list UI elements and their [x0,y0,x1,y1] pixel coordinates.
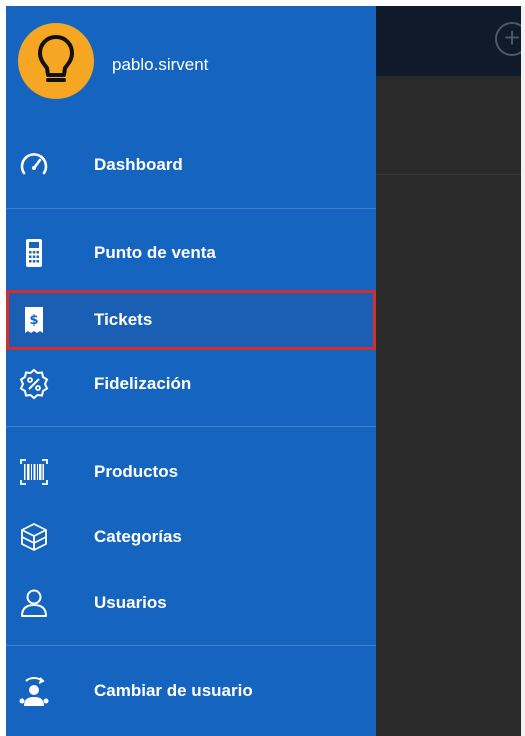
discount-badge-icon [19,368,49,400]
boxes-icon [21,523,47,551]
app-divider [376,174,525,175]
menu-label-categorias: Categorías [94,527,182,546]
menu-item-dashboard[interactable]: Dashboard [6,135,376,195]
menu-divider [6,426,376,427]
menu-label-usuarios: Usuarios [94,593,167,612]
menu-divider [6,208,376,209]
navigation-drawer: pablo.sirvent Dashboard Punto de venta $ [6,6,376,736]
menu-item-cambiar-usuario[interactable]: Cambiar de usuario [6,661,376,721]
menu-item-categorias[interactable]: Categorías [6,507,376,567]
menu-label-cambiar-usuario: Cambiar de usuario [94,681,253,700]
menu-item-punto-de-venta[interactable]: Punto de venta [6,223,376,283]
speedometer-icon [20,153,48,175]
avatar[interactable] [18,23,94,99]
menu-label-fidelizacion: Fidelización [94,374,192,393]
pos-terminal-icon [26,239,42,267]
barcode-icon [20,459,48,485]
menu-label-productos: Productos [94,462,179,481]
lightbulb-icon [38,35,74,82]
menu-item-usuarios[interactable]: Usuarios [6,573,376,633]
menu-label-punto-de-venta: Punto de venta [94,243,216,262]
svg-text:$: $ [29,313,38,328]
receipt-icon: $ [25,307,43,333]
menu-divider [6,645,376,646]
username: pablo.sirvent [112,55,209,74]
menu-item-fidelizacion[interactable]: Fidelización [6,354,376,414]
user-icon [21,589,47,617]
drawer-header: pablo.sirvent [6,6,376,126]
menu-item-tickets[interactable]: $ Tickets [6,290,376,350]
menu-label-tickets: Tickets [94,310,153,329]
screen-edge [521,6,525,736]
menu-item-productos[interactable]: Productos [6,442,376,502]
switch-user-icon [19,677,49,706]
menu-label-dashboard: Dashboard [94,155,183,174]
